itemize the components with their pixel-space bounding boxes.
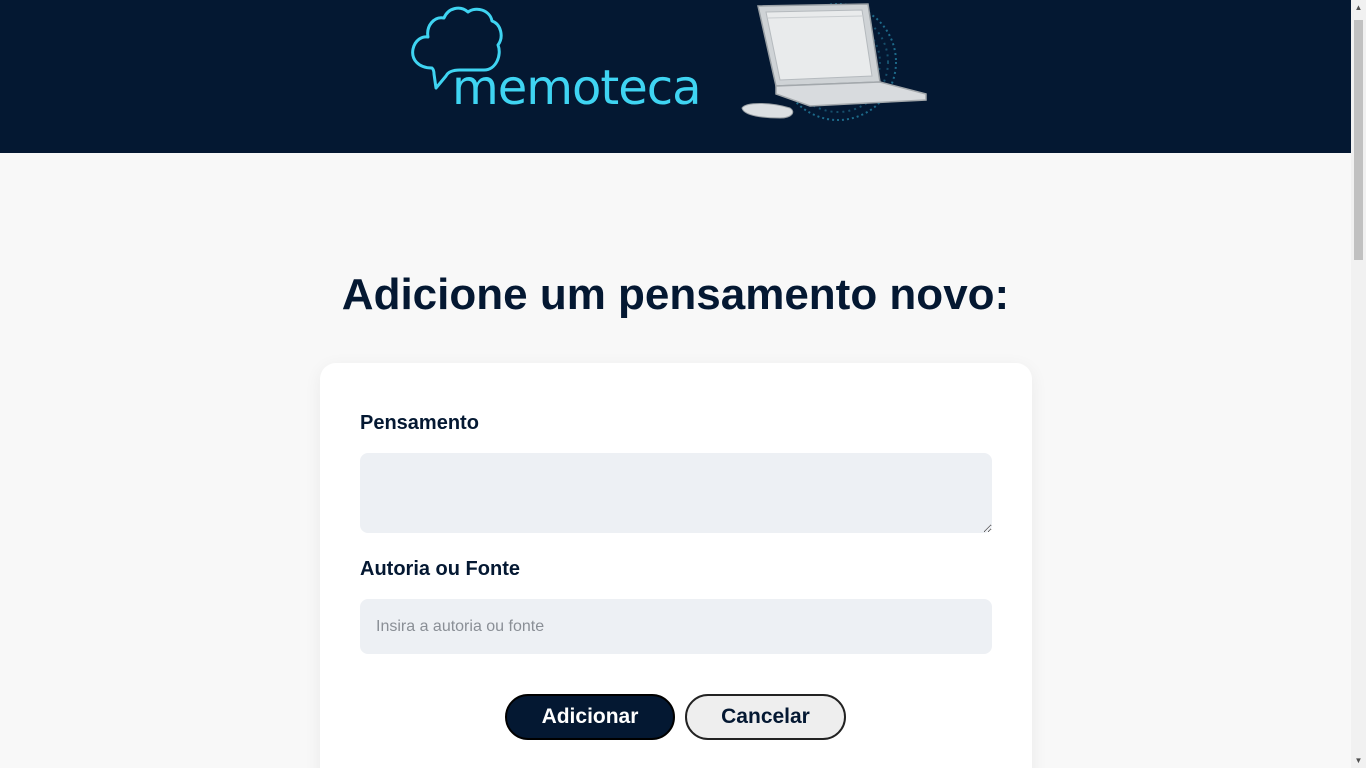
- brand-logo-text[interactable]: memoteca: [452, 64, 702, 112]
- author-label: Autoria ou Fonte: [360, 558, 520, 580]
- thought-label: Pensamento: [360, 412, 479, 434]
- scrollbar-thumb[interactable]: [1354, 20, 1363, 260]
- page-title: Adicione um pensamento novo:: [341, 270, 1010, 319]
- author-input[interactable]: [360, 599, 992, 654]
- site-header: memoteca: [0, 0, 1351, 153]
- laptop-illustration: [741, 3, 927, 121]
- cancel-button[interactable]: Cancelar: [685, 694, 846, 740]
- main-content: Adicione um pensamento novo: Pensamento …: [0, 153, 1351, 768]
- thought-textarea[interactable]: [360, 453, 992, 533]
- arrow-up-icon[interactable]: ▲: [1351, 0, 1366, 15]
- browser-viewport: memoteca Adicione um pensamento novo: Pe…: [0, 0, 1366, 768]
- page-scrollbar[interactable]: ▲ ▼: [1351, 0, 1366, 768]
- arrow-down-icon[interactable]: ▼: [1351, 753, 1366, 768]
- add-button[interactable]: Adicionar: [505, 694, 675, 740]
- new-thought-form: Pensamento Autoria ou Fonte Adicionar Ca…: [320, 363, 1032, 768]
